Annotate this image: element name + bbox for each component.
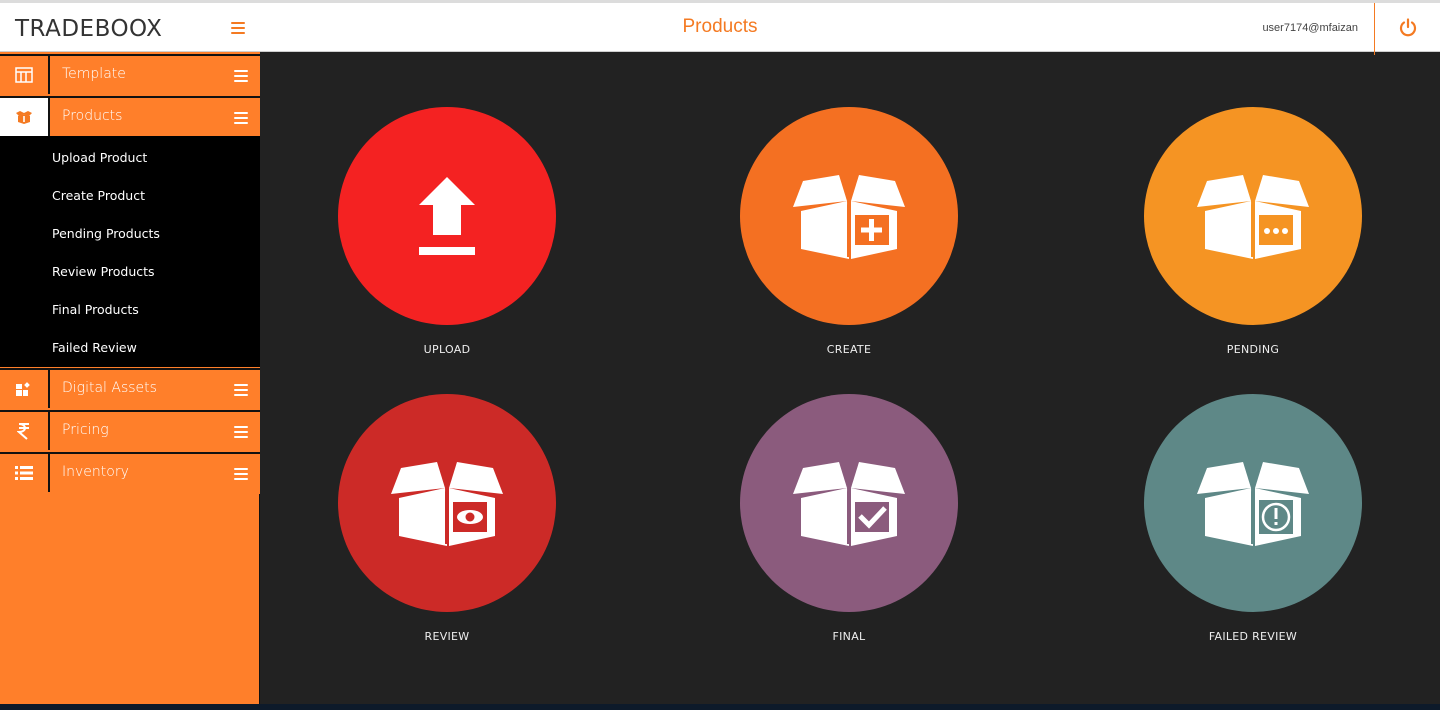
expand-menu-icon[interactable] [234,468,248,480]
tile-caption: PENDING [1226,343,1280,356]
box-pending-icon [1197,175,1309,259]
box-eye-icon [391,462,503,546]
tile-failed-review[interactable]: FAILED REVIEW [1144,394,1362,643]
tile-caption: FINAL [832,630,866,643]
submenu-pending-products[interactable]: Pending Products [52,226,160,241]
submenu-review-products[interactable]: Review Products [52,264,155,279]
expand-menu-icon[interactable] [234,426,248,438]
box-alert-icon [1197,462,1309,546]
tile-review[interactable]: REVIEW [338,394,556,643]
submenu-upload-product[interactable]: Upload Product [52,150,147,165]
template-icon [15,67,33,83]
list-icon [15,466,33,480]
tile-circle [338,107,556,325]
expand-menu-icon[interactable] [234,384,248,396]
tile-create[interactable]: CREATE [740,107,958,356]
tile-caption: FAILED REVIEW [1208,630,1298,643]
expand-menu-icon[interactable] [234,70,248,82]
tile-upload[interactable]: UPLOAD [338,107,556,356]
sidebar-item-pricing[interactable]: Pricing [0,410,260,450]
tile-caption: REVIEW [424,630,470,643]
user-account[interactable]: user7174@mfaizan [1262,22,1358,34]
sidebar-item-template[interactable]: Template [0,54,260,94]
top-bar: TRADEBOOX Products user7174@mfaizan [0,0,1440,55]
sidebar-item-digital-assets[interactable]: Digital Assets [0,368,260,408]
tile-caption: CREATE [826,343,872,356]
sidebar-item-label: Inventory [62,464,129,480]
box-check-icon [793,462,905,546]
sidebar-item-inventory[interactable]: Inventory [0,452,260,492]
bottom-strip [0,704,1440,710]
products-submenu: Upload Product Create Product Pending Pr… [0,136,260,367]
rupee-icon [17,423,29,440]
expand-menu-icon[interactable] [234,112,248,124]
page-title: Products [682,16,758,37]
sidebar-item-label: Pricing [62,422,109,438]
sidebar-item-label: Products [62,108,123,124]
tile-caption: UPLOAD [423,343,471,356]
tile-pending[interactable]: PENDING [1144,107,1362,356]
sidebar-item-products[interactable]: Products [0,96,260,136]
sidebar-item-label: Template [62,66,126,82]
products-icon [16,111,32,124]
box-plus-icon [793,175,905,259]
digital-assets-icon [16,382,30,396]
logout-button[interactable] [1374,3,1440,55]
sidebar-divider [259,494,260,705]
submenu-final-products[interactable]: Final Products [52,302,139,317]
tile-final[interactable]: FINAL [740,394,958,643]
submenu-create-product[interactable]: Create Product [52,188,145,203]
submenu-failed-review[interactable]: Failed Review [52,340,137,355]
power-icon [1399,18,1417,37]
sidebar-item-label: Digital Assets [62,380,157,396]
upload-icon [419,177,475,255]
